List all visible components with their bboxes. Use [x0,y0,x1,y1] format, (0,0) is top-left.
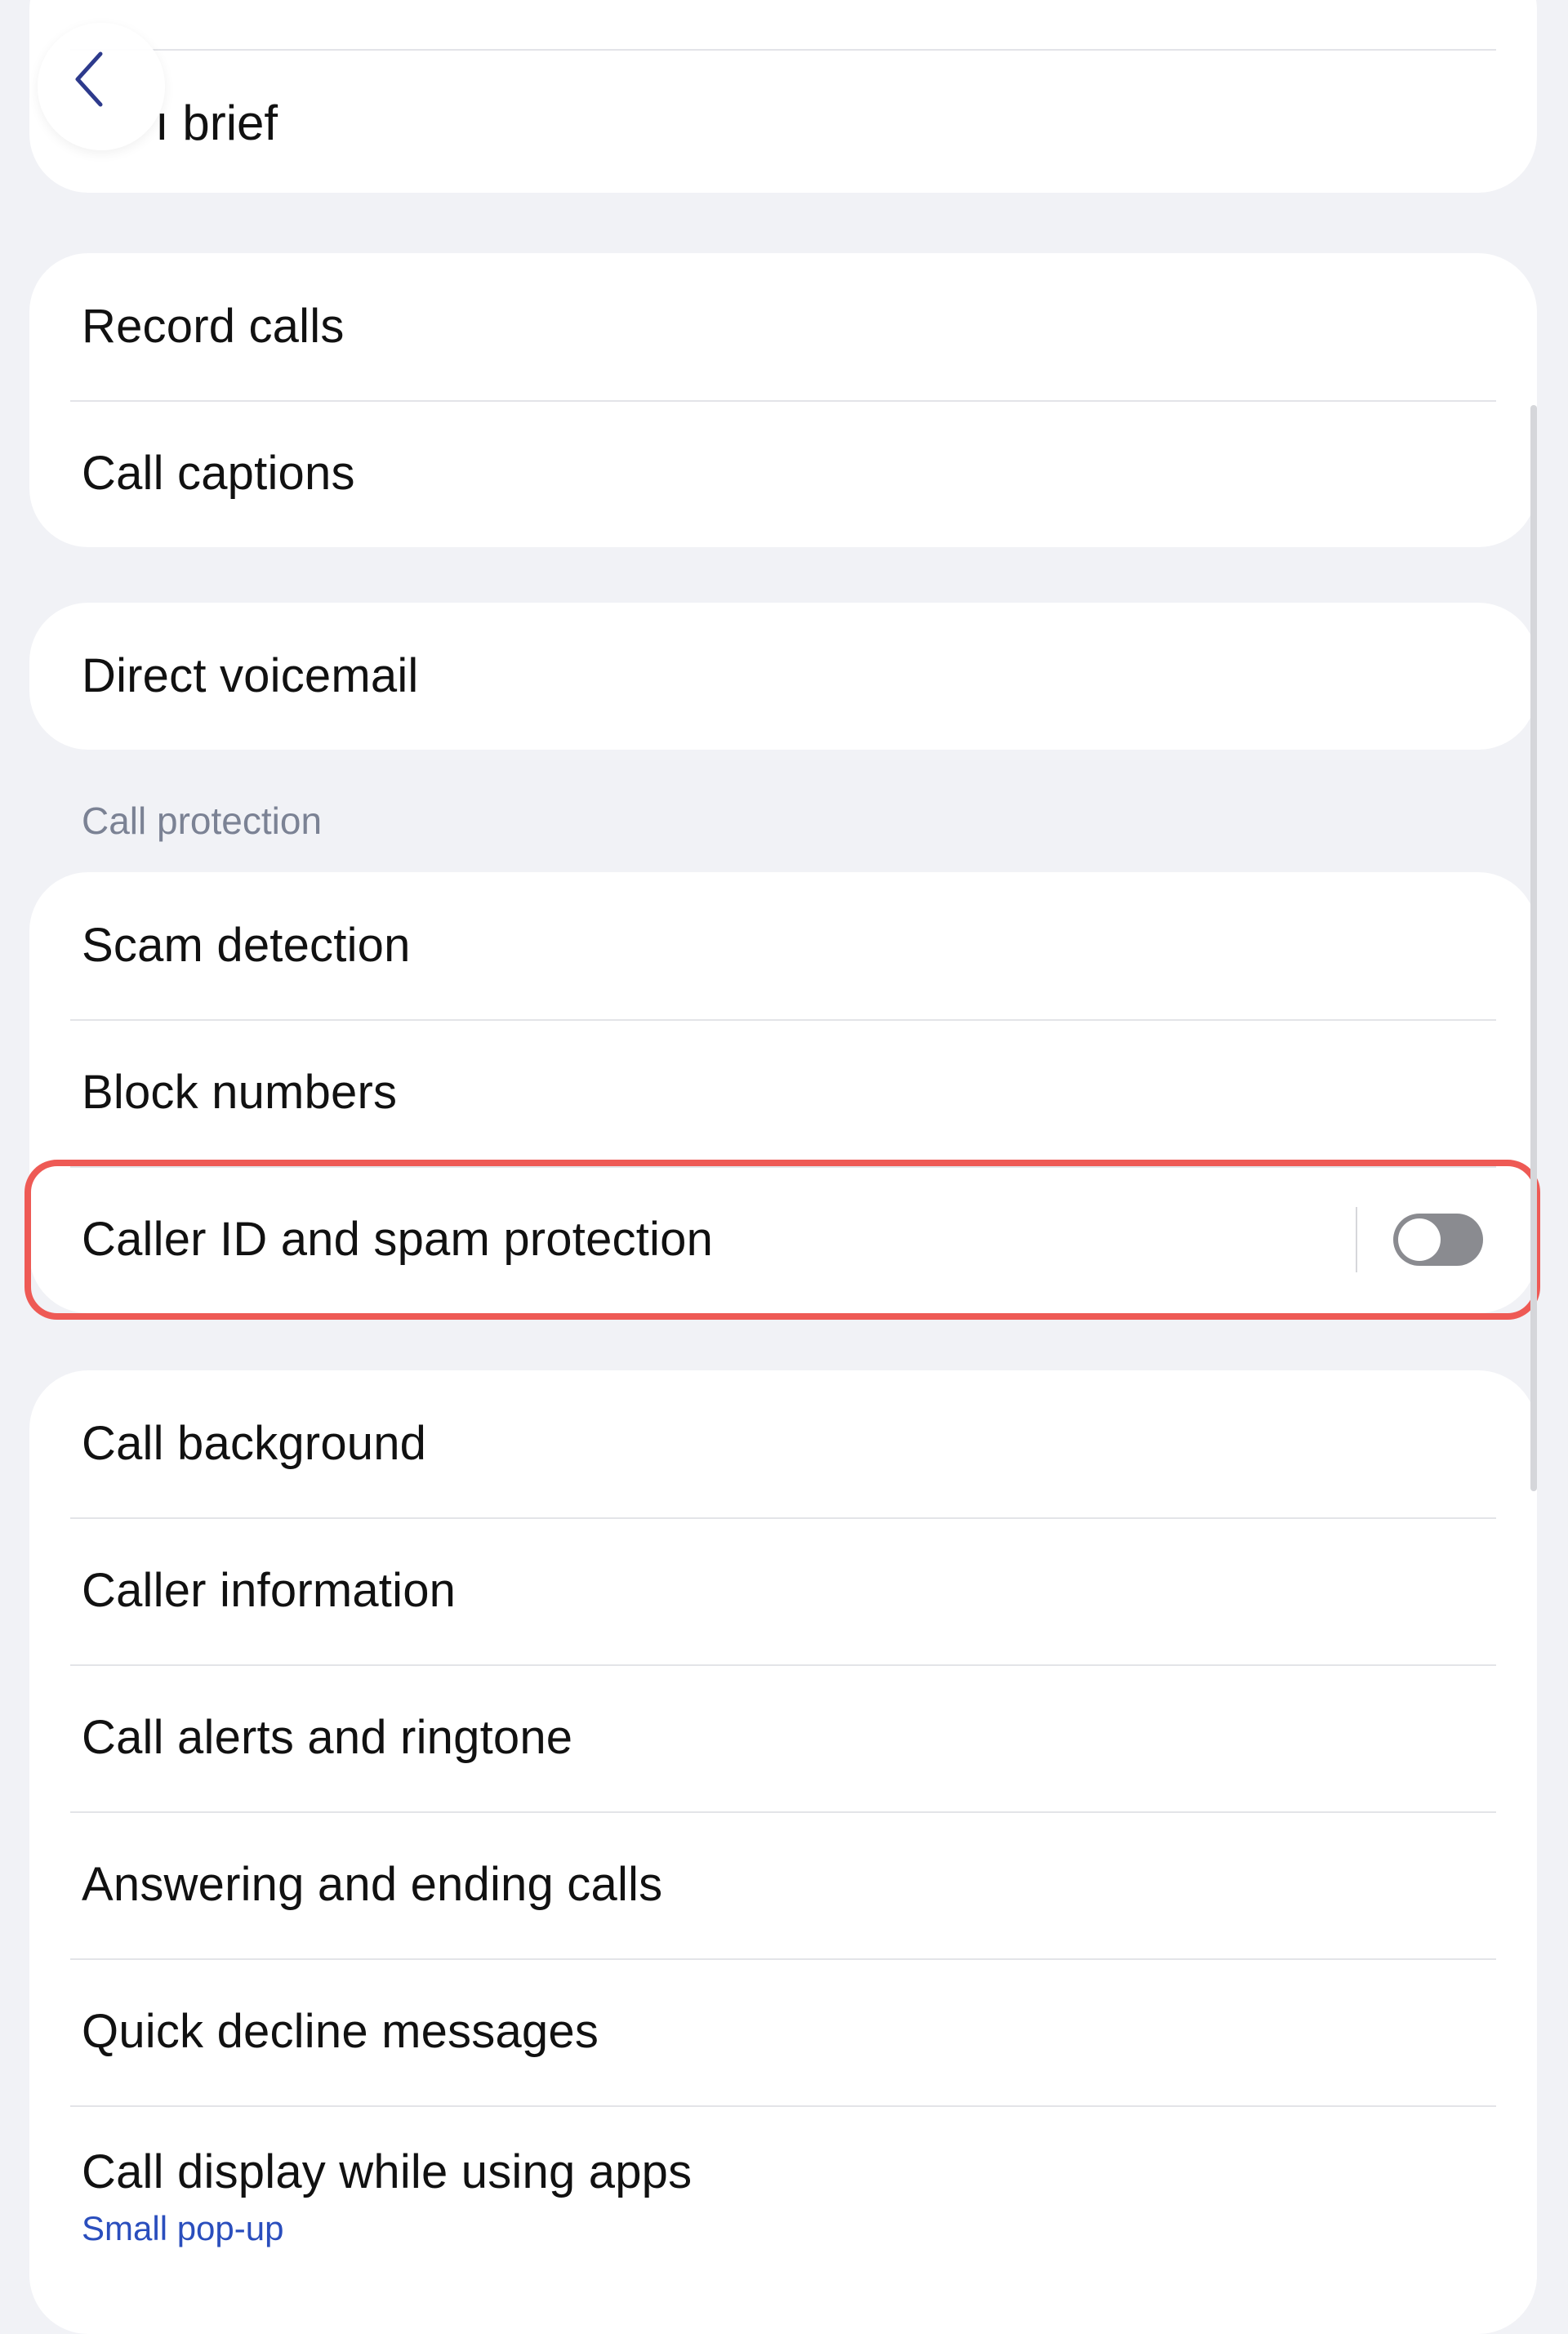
toggle-separator [1356,1207,1357,1272]
caller-id-toggle-wrap [1356,1207,1483,1272]
caller-information-item[interactable]: Caller information [29,1517,1537,1664]
toggle-knob [1398,1218,1441,1261]
call-alerts-ringtone-item[interactable]: Call alerts and ringtone [29,1664,1537,1811]
call-captions-item[interactable]: Call captions [29,400,1537,547]
recording-card: Record calls Call captions [29,253,1537,547]
call-display-apps-label: Call display while using apps [82,2145,693,2198]
answering-ending-calls-item[interactable]: Answering and ending calls [29,1811,1537,1958]
page-title: ı brief [155,96,278,150]
caller-id-toggle[interactable] [1393,1214,1483,1266]
quick-decline-messages-item[interactable]: Quick decline messages [29,1958,1537,2105]
protection-card: Scam detection Block numbers Caller ID a… [29,872,1537,1313]
back-button[interactable] [38,23,165,150]
caller-id-spam-label: Caller ID and spam protection [82,1213,714,1267]
block-numbers-item[interactable]: Block numbers [29,1019,1537,1166]
voicemail-card: Direct voicemail [29,603,1537,750]
call-protection-header: Call protection [82,800,323,842]
call-alerts-ringtone-label: Call alerts and ringtone [82,1711,573,1765]
direct-voicemail-label: Direct voicemail [82,649,419,703]
call-background-item[interactable]: Call background [29,1370,1537,1517]
record-calls-label: Record calls [82,300,345,354]
caller-information-label: Caller information [82,1564,457,1618]
call-captions-label: Call captions [82,447,355,501]
scam-detection-item[interactable]: Scam detection [29,872,1537,1019]
call-background-label: Call background [82,1417,427,1471]
call-display-apps-value: Small pop-up [82,2208,284,2247]
answering-ending-calls-label: Answering and ending calls [82,1858,663,1912]
caller-id-spam-item[interactable]: Caller ID and spam protection [29,1166,1537,1313]
top-divider [70,49,1496,51]
scrollbar[interactable] [1530,405,1537,1491]
scam-detection-label: Scam detection [82,919,411,973]
record-calls-item[interactable]: Record calls [29,253,1537,400]
quick-decline-messages-label: Quick decline messages [82,2005,599,2059]
direct-voicemail-item[interactable]: Direct voicemail [29,603,1537,750]
block-numbers-label: Block numbers [82,1066,398,1120]
other-card: Call background Caller information Call … [29,1370,1537,2334]
call-display-apps-item[interactable]: Call display while using apps Small pop-… [29,2105,1537,2288]
chevron-left-icon [75,51,103,107]
